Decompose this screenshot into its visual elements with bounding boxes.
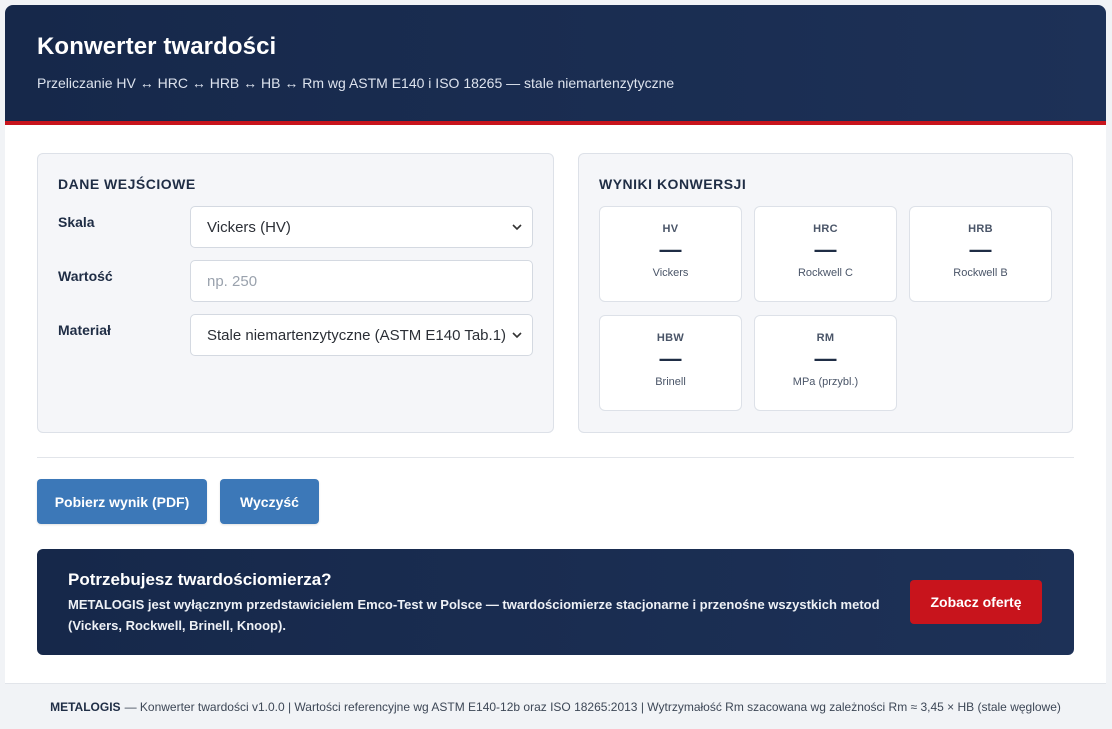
- page-title: Konwerter twardości: [37, 33, 277, 60]
- value-input-placeholder: np. 250: [207, 272, 258, 290]
- result-card-hbw: HBW — Brinell: [599, 315, 742, 411]
- material-select-value: Stale niemartenzytyczne (ASTM E140 Tab.1…: [207, 326, 507, 344]
- result-code: HV: [662, 223, 679, 235]
- material-select[interactable]: Stale niemartenzytyczne (ASTM E140 Tab.1…: [190, 314, 533, 356]
- promo-title: Potrzebujesz twardościomierza?: [68, 570, 332, 589]
- material-label: Materiał: [58, 322, 111, 338]
- result-card-hv: HV — Vickers: [599, 206, 742, 302]
- result-code: HBW: [656, 332, 685, 344]
- converter-page: Konwerter twardości Przeliczanie HV ↔ HR…: [5, 5, 1106, 729]
- see-offer-button[interactable]: Zobacz ofertę: [910, 580, 1042, 624]
- footer-text: — Konwerter twardości v1.0.0 | Wartości …: [124, 699, 1061, 714]
- result-code: HRC: [813, 223, 838, 235]
- page-footer: METALOGIS — Konwerter twardości v1.0.0 |…: [5, 683, 1106, 729]
- chevron-down-icon: [512, 332, 522, 339]
- result-value: —: [814, 346, 837, 371]
- result-desc: Rockwell B: [953, 267, 1008, 279]
- result-code: RM: [816, 332, 835, 344]
- promo-text: METALOGIS jest wyłącznym przedstawiciele…: [68, 597, 880, 633]
- value-label: Wartość: [58, 268, 113, 284]
- scale-label: Skala: [58, 214, 95, 230]
- scale-select-value: Vickers (HV): [207, 218, 291, 236]
- result-card-hrb: HRB — Rockwell B: [909, 206, 1052, 302]
- result-value: —: [659, 346, 682, 371]
- input-panel: DANE WEJŚCIOWE Skala Vickers (HV) Wartoś…: [37, 153, 554, 433]
- result-code: HRB: [968, 223, 993, 235]
- result-value: —: [659, 237, 682, 262]
- result-desc: Rockwell C: [797, 267, 853, 279]
- result-card-rm: RM — MPa (przybl.): [754, 315, 897, 411]
- results-panel: WYNIKI KONWERSJI HV — Vickers HRC — Rock…: [578, 153, 1073, 433]
- value-input[interactable]: np. 250: [190, 260, 533, 302]
- divider: [37, 457, 1074, 458]
- result-value: —: [814, 237, 837, 262]
- promo-banner: Potrzebujesz twardościomierza? METALOGIS…: [37, 549, 1074, 655]
- result-desc: MPa (przybl.): [792, 376, 859, 388]
- result-desc: Brinell: [655, 376, 686, 388]
- footer-brand: METALOGIS: [50, 699, 121, 714]
- scale-row: Skala Vickers (HV): [58, 206, 533, 248]
- chevron-down-icon: [512, 224, 522, 231]
- download-pdf-button[interactable]: Pobierz wynik (PDF): [37, 479, 207, 524]
- page-subtitle: Przeliczanie HV ↔ HRC ↔ HRB ↔ HB ↔ Rm wg…: [37, 75, 675, 91]
- value-row: Wartość np. 250: [58, 260, 533, 302]
- clear-button[interactable]: Wyczyść: [220, 479, 319, 524]
- result-desc: Vickers: [652, 267, 689, 279]
- result-card-hrc: HRC — Rockwell C: [754, 206, 897, 302]
- scale-select[interactable]: Vickers (HV): [190, 206, 533, 248]
- page-header: Konwerter twardości Przeliczanie HV ↔ HR…: [5, 5, 1106, 125]
- material-row: Materiał Stale niemartenzytyczne (ASTM E…: [58, 314, 533, 356]
- result-value: —: [969, 237, 992, 262]
- input-panel-title: DANE WEJŚCIOWE: [58, 176, 196, 192]
- panels: DANE WEJŚCIOWE Skala Vickers (HV) Wartoś…: [37, 153, 1074, 433]
- results-panel-title: WYNIKI KONWERSJI: [599, 176, 747, 192]
